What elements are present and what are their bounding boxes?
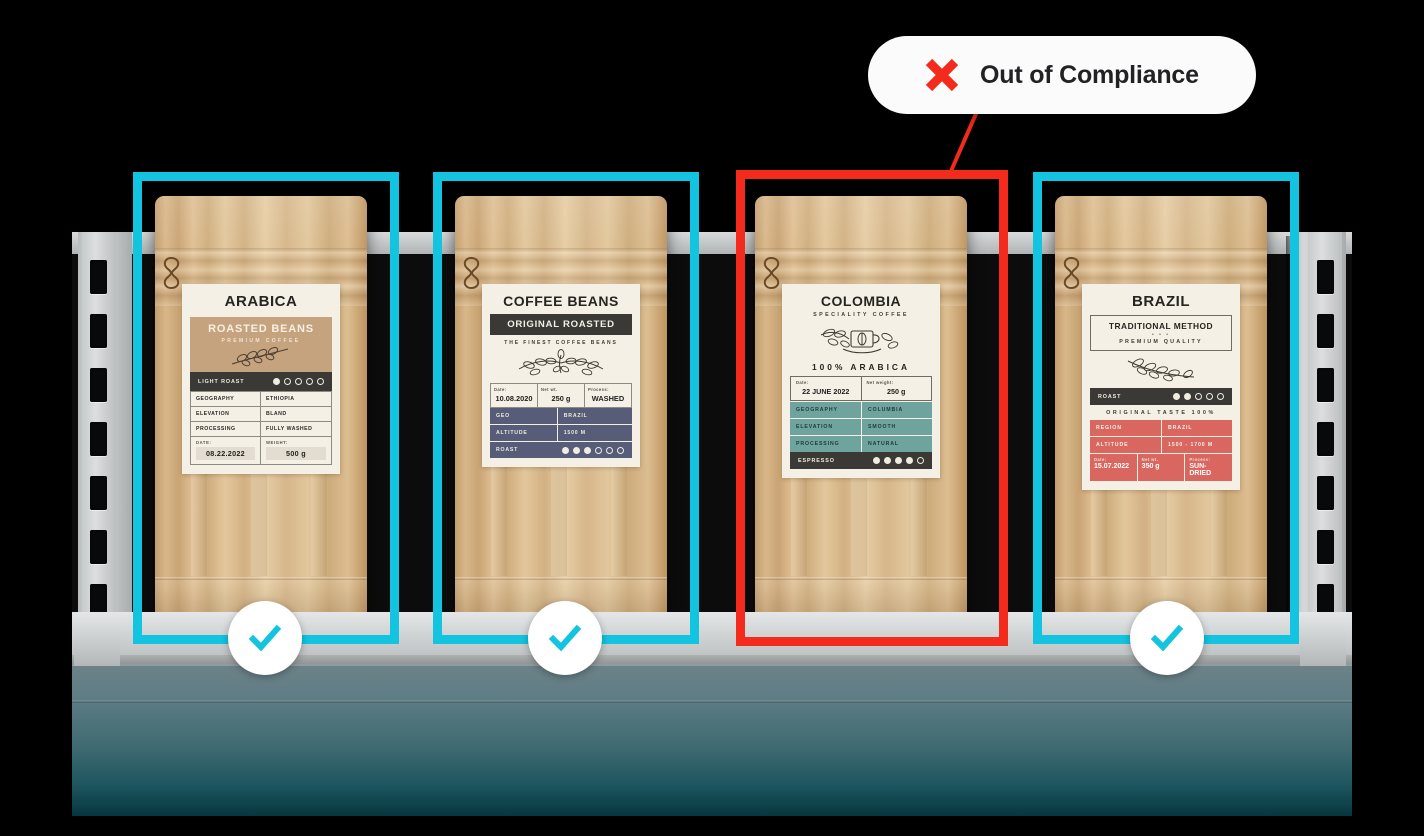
shelf-slot — [1317, 368, 1334, 402]
shelf-slot — [90, 314, 107, 348]
check-mark-icon — [1150, 624, 1184, 652]
detection-box-noncompliant-3[interactable] — [736, 170, 1008, 646]
shelf-slot — [1317, 422, 1334, 456]
out-of-compliance-badge[interactable]: Out of Compliance — [868, 36, 1256, 114]
shelf-slot — [90, 422, 107, 456]
shelf-post-right — [1292, 232, 1346, 632]
shelf-compliance-scene: ARABICA ROASTED BEANS PREMIUM COFFEE LIG… — [0, 0, 1424, 836]
detection-box-compliant-2[interactable] — [433, 172, 699, 644]
shelf-slot — [90, 260, 107, 294]
detection-box-compliant-4[interactable] — [1033, 172, 1299, 644]
callout-leader-line — [946, 100, 984, 179]
shelf-slot — [90, 530, 107, 564]
shelf-front-panel — [72, 664, 1352, 816]
shelf-slot — [90, 476, 107, 510]
status-badge-compliant-1[interactable] — [228, 601, 302, 675]
x-mark-icon — [925, 58, 959, 92]
detection-box-compliant-1[interactable] — [133, 172, 399, 644]
shelf-slot — [90, 368, 107, 402]
status-badge-compliant-4[interactable] — [1130, 601, 1204, 675]
shelf-foot-right — [1300, 624, 1346, 666]
shelf-panel-seam — [72, 700, 1352, 703]
check-mark-icon — [248, 624, 282, 652]
status-badge-compliant-2[interactable] — [528, 601, 602, 675]
shelf-slot — [1317, 260, 1334, 294]
shelf-slot — [1317, 314, 1334, 348]
shelf-slot — [1317, 476, 1334, 510]
badge-label: Out of Compliance — [980, 60, 1199, 89]
shelf-foot-left — [74, 624, 120, 666]
shelf-post-left — [78, 232, 132, 632]
shelf-slot — [1317, 530, 1334, 564]
check-mark-icon — [548, 624, 582, 652]
